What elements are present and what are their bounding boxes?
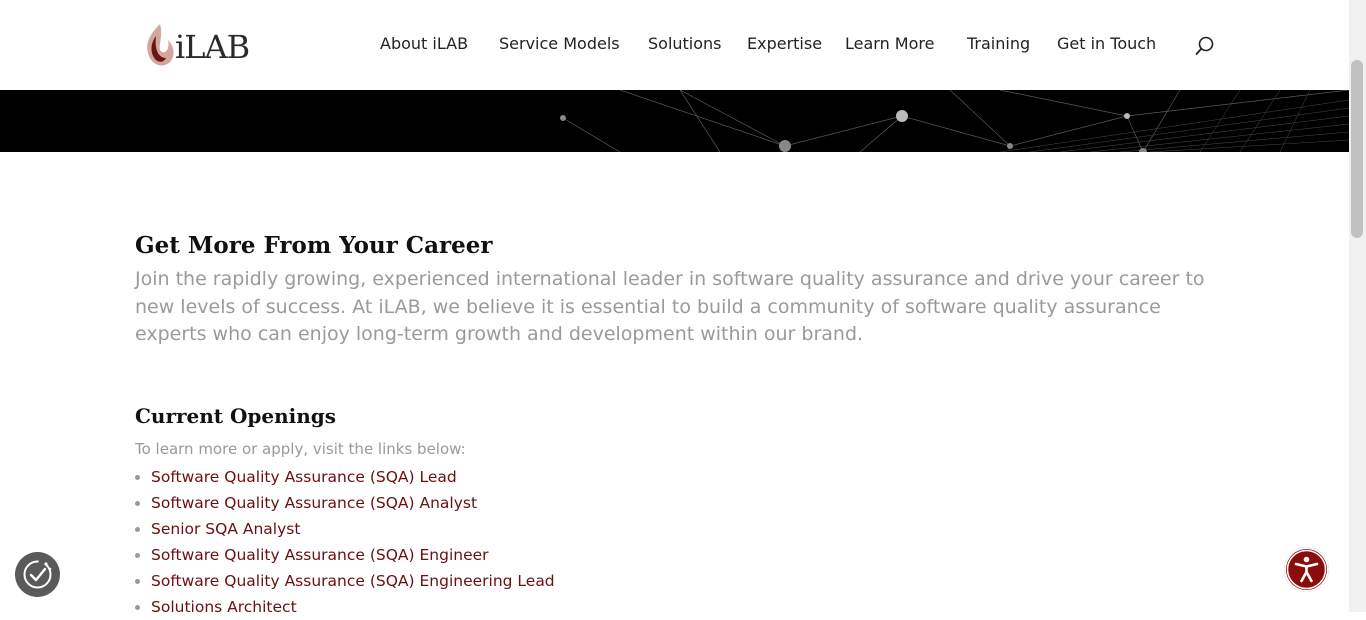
nav-item-service-models[interactable]: Service Models (499, 34, 620, 53)
cookie-consent-button[interactable] (15, 552, 60, 597)
openings-list: Software Quality Assurance (SQA) Lead So… (135, 464, 555, 620)
list-item: Software Quality Assurance (SQA) Enginee… (135, 542, 555, 568)
list-item: Software Quality Assurance (SQA) Analyst (135, 490, 555, 516)
bullet-icon (135, 475, 140, 480)
main-content: Get More From Your Career Join the rapid… (135, 228, 1215, 616)
nav-item-expertise[interactable]: Expertise (747, 34, 822, 53)
flame-logo-icon (147, 24, 174, 66)
nav-item-training[interactable]: Training (967, 34, 1030, 53)
opening-link-sqa-engineering-lead[interactable]: Software Quality Assurance (SQA) Enginee… (151, 572, 555, 590)
nav-item-about-ilab[interactable]: About iLAB (380, 34, 468, 53)
accessibility-button[interactable] (1284, 547, 1329, 592)
openings-intro: To learn more or apply, visit the links … (135, 440, 466, 458)
bullet-icon (135, 501, 140, 506)
opening-link-sqa-lead[interactable]: Software Quality Assurance (SQA) Lead (151, 468, 457, 486)
lead-paragraph: Join the rapidly growing, experienced in… (135, 268, 1205, 345)
bullet-icon (135, 527, 140, 532)
network-graphic (560, 90, 1349, 152)
nav-item-get-in-touch[interactable]: Get in Touch (1057, 34, 1156, 53)
nav-item-learn-more[interactable]: Learn More (845, 34, 934, 53)
bullet-icon (135, 605, 140, 610)
ilab-logo[interactable]: iLAB (140, 20, 260, 70)
page-scrollbar-thumb[interactable] (1351, 60, 1363, 238)
opening-link-solutions-architect[interactable]: Solutions Architect (151, 598, 297, 616)
list-item: Software Quality Assurance (SQA) Enginee… (135, 568, 555, 594)
opening-link-sqa-engineer[interactable]: Software Quality Assurance (SQA) Enginee… (151, 546, 489, 564)
bullet-icon (135, 553, 140, 558)
openings-heading: Current Openings (135, 404, 337, 428)
bullet-icon (135, 579, 140, 584)
hero-banner (0, 90, 1349, 152)
cookie-consent-icon (23, 560, 52, 589)
accessibility-icon (1286, 549, 1327, 590)
page-title: Get More From Your Career (135, 232, 493, 259)
nav-item-solutions[interactable]: Solutions (648, 34, 722, 53)
search-icon[interactable] (1194, 35, 1216, 57)
list-item: Senior SQA Analyst (135, 516, 555, 542)
site-header: iLAB About iLAB Service Models Solutions… (0, 0, 1349, 90)
list-item: Software Quality Assurance (SQA) Lead (135, 464, 555, 490)
opening-link-senior-sqa-analyst[interactable]: Senior SQA Analyst (151, 520, 300, 538)
logo-text: iLAB (175, 28, 250, 66)
list-item: Solutions Architect (135, 594, 555, 620)
opening-link-sqa-analyst[interactable]: Software Quality Assurance (SQA) Analyst (151, 494, 477, 512)
